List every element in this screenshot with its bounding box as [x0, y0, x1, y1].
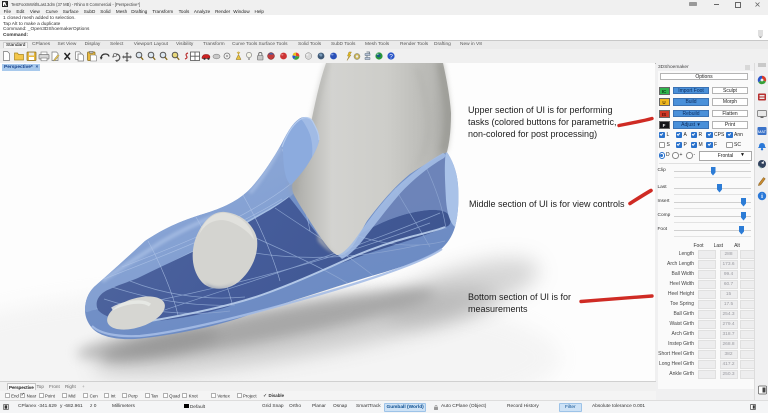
svg-text:?: ? — [389, 53, 393, 60]
svg-text:MAT: MAT — [758, 129, 767, 134]
svg-text:i: i — [761, 193, 763, 200]
